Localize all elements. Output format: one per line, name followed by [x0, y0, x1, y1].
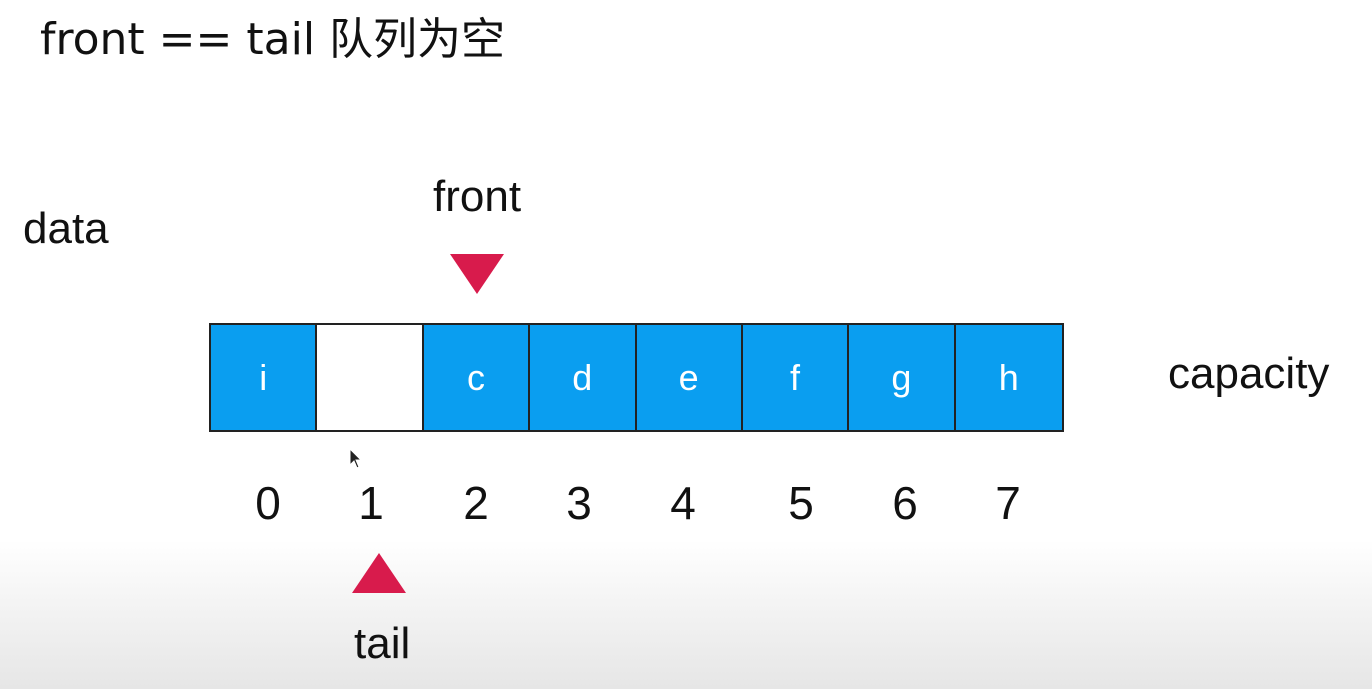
- array-cell-4: e: [636, 325, 743, 430]
- array-index-2: 2: [463, 477, 489, 529]
- array-index-0: 0: [255, 477, 281, 529]
- array-index-1: 1: [358, 477, 384, 529]
- array-index-7: 7: [995, 477, 1021, 529]
- data-label: data: [23, 204, 109, 253]
- tail-pointer-icon: [352, 553, 406, 593]
- front-label: front: [433, 172, 522, 221]
- array-index-6: 6: [892, 477, 918, 529]
- array-index-5: 5: [788, 477, 814, 529]
- queue-array: i c d e f g h: [209, 323, 1064, 432]
- array-cell-1: [317, 325, 424, 430]
- array-cell-0: i: [211, 325, 318, 430]
- array-index-4: 4: [670, 477, 696, 529]
- array-cell-6: g: [849, 325, 956, 430]
- array-cell-2: c: [423, 325, 531, 430]
- array-cell-3: d: [530, 325, 637, 430]
- page-title: front == tail 队列为空: [40, 14, 506, 65]
- capacity-label: capacity: [1168, 349, 1330, 398]
- array-cell-5: f: [742, 325, 850, 430]
- array-cell-7: h: [955, 325, 1062, 430]
- tail-label: tail: [354, 619, 411, 668]
- mouse-pointer-icon: [349, 448, 363, 469]
- front-pointer-icon: [450, 254, 504, 294]
- array-index-3: 3: [566, 477, 592, 529]
